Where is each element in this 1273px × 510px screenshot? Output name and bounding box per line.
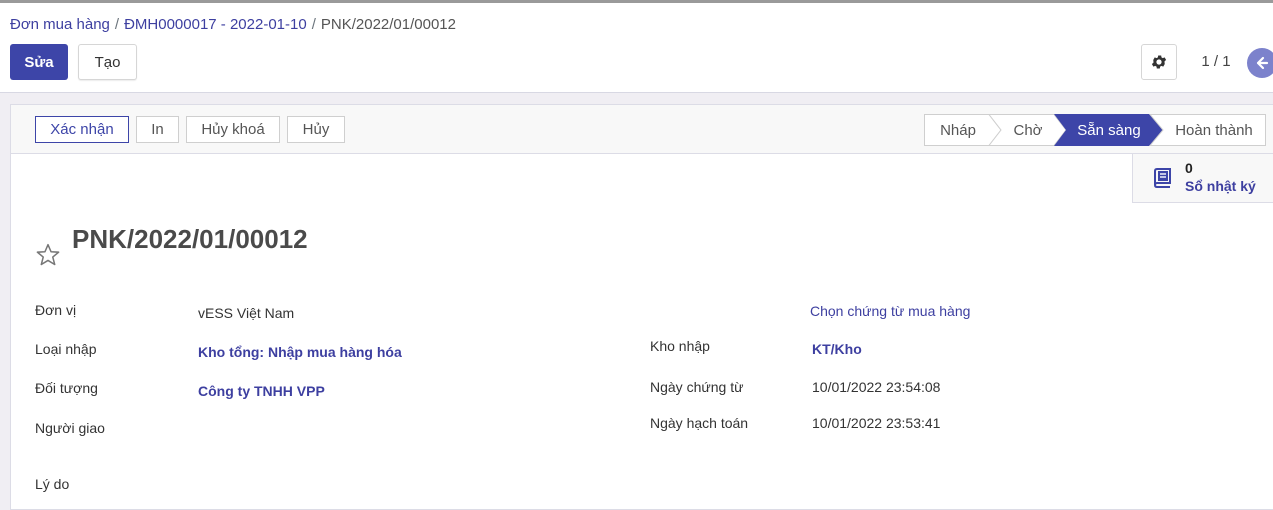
print-button[interactable]: In	[136, 116, 179, 143]
settings-button[interactable]	[1141, 44, 1177, 80]
stage-ready[interactable]: Sẵn sàng	[1064, 114, 1154, 146]
unlock-button[interactable]: Hủy khoá	[186, 116, 280, 143]
arrow-left-icon	[1256, 56, 1269, 70]
control-panel: Đơn mua hàng / ĐMH0000017 - 2022-01-10/PNK…	[0, 3, 1273, 93]
field-label-partner: Đối tượng	[35, 380, 98, 396]
field-label-import-type: Loại nhập	[35, 341, 97, 357]
confirm-button[interactable]: Xác nhận	[35, 116, 129, 143]
field-label-reason: Lý do	[35, 476, 70, 492]
field-label-unit: Đơn vị	[35, 302, 77, 318]
gear-icon	[1151, 55, 1167, 69]
field-value-document-date: 10/01/2022 23:54:08	[812, 379, 941, 395]
breadcrumb-current: PNK/2022/01/00012	[320, 16, 456, 33]
pager-value[interactable]: 1 / 1	[1192, 53, 1240, 70]
record-title: PNK/2022/01/00012	[72, 224, 308, 254]
field-value-partner[interactable]: Công ty TNHH VPP	[198, 383, 325, 399]
journal-count: 0	[1185, 160, 1193, 176]
field-value-accounting-date: 10/01/2022 23:53:41	[812, 415, 941, 431]
field-label-warehouse: Kho nhập	[650, 338, 710, 354]
field-label-document-date: Ngày chứng từ	[650, 379, 744, 395]
form-sheet: Xác nhận In Hủy khoá Hủy Nháp Chờ Sẵn sà…	[10, 104, 1273, 510]
stage-draft[interactable]: Nháp	[924, 114, 992, 146]
edit-button[interactable]: Sửa	[10, 44, 68, 80]
book-icon	[1153, 168, 1171, 188]
breadcrumb-separator: /	[311, 16, 316, 33]
field-label-accounting-date: Ngày hạch toán	[650, 415, 749, 431]
journal-smart-button[interactable]: 0 Sổ nhật ký	[1132, 154, 1273, 203]
select-purchase-document-link[interactable]: Chọn chứng từ mua hàng	[810, 303, 970, 319]
stage-done[interactable]: Hoàn thành	[1164, 114, 1264, 146]
field-value-warehouse[interactable]: KT/Kho	[812, 341, 862, 357]
stage-pipeline: Nháp Chờ Sẵn sàng Hoàn thành	[924, 114, 1266, 146]
breadcrumb-separator: /	[114, 16, 120, 33]
field-value-import-type[interactable]: Kho tổng: Nhập mua hàng hóa	[198, 344, 402, 360]
breadcrumb-purchase-orders[interactable]: Đơn mua hàng	[10, 16, 110, 33]
field-value-unit: vESS Việt Nam	[198, 305, 295, 321]
breadcrumb-purchase-order[interactable]: ĐMH0000017 - 2022-01-10	[124, 16, 307, 33]
stage-waiting[interactable]: Chờ	[998, 114, 1058, 146]
create-button[interactable]: Tạo	[78, 44, 137, 80]
star-icon[interactable]	[35, 242, 61, 268]
previous-record-button[interactable]	[1247, 48, 1273, 78]
status-bar: Xác nhận In Hủy khoá Hủy Nháp Chờ Sẵn sà…	[11, 105, 1273, 154]
field-label-deliverer: Người giao	[35, 420, 105, 436]
breadcrumb: Đơn mua hàng / ĐMH0000017 - 2022-01-10/PNK…	[10, 16, 456, 33]
journal-label: Sổ nhật ký	[1185, 178, 1256, 194]
cancel-button[interactable]: Hủy	[287, 116, 345, 143]
